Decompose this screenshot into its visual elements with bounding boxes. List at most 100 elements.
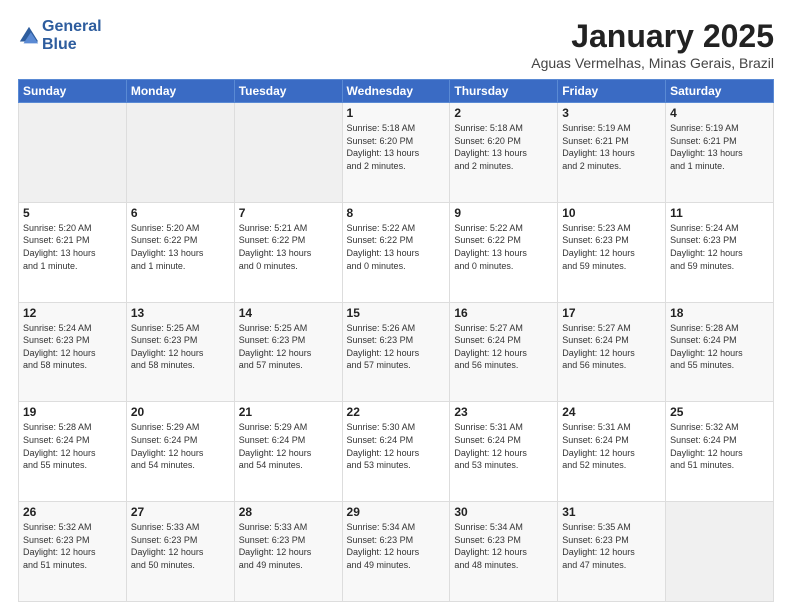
- day-number: 27: [131, 505, 230, 519]
- day-info: Sunrise: 5:19 AMSunset: 6:21 PMDaylight:…: [562, 122, 661, 172]
- week-row-2: 5 Sunrise: 5:20 AMSunset: 6:21 PMDaylight…: [19, 202, 774, 302]
- calendar-cell: 28 Sunrise: 5:33 AMSunset: 6:23 PMDayligh…: [234, 502, 342, 602]
- day-number: 19: [23, 405, 122, 419]
- day-info: Sunrise: 5:33 AMSunset: 6:23 PMDaylight:…: [239, 521, 338, 571]
- day-info: Sunrise: 5:30 AMSunset: 6:24 PMDaylight:…: [347, 421, 446, 471]
- calendar-cell: 24 Sunrise: 5:31 AMSunset: 6:24 PMDayligh…: [558, 402, 666, 502]
- calendar-cell: [126, 103, 234, 203]
- calendar-cell: 7Sunrise: 5:21 AMSunset: 6:22 PMDaylight…: [234, 202, 342, 302]
- col-header-wednesday: Wednesday: [342, 80, 450, 103]
- day-info: Sunrise: 5:20 AMSunset: 6:21 PMDaylight:…: [23, 222, 122, 272]
- calendar-cell: 10Sunrise: 5:23 AMSunset: 6:23 PMDayligh…: [558, 202, 666, 302]
- day-number: 16: [454, 306, 553, 320]
- week-row-5: 26 Sunrise: 5:32 AMSunset: 6:23 PMDayligh…: [19, 502, 774, 602]
- day-number: 25: [670, 405, 769, 419]
- calendar-cell: 16Sunrise: 5:27 AMSunset: 6:24 PMDayligh…: [450, 302, 558, 402]
- col-header-sunday: Sunday: [19, 80, 127, 103]
- day-number: 24: [562, 405, 661, 419]
- day-info: Sunrise: 5:29 AMSunset: 6:24 PMDaylight:…: [131, 421, 230, 471]
- calendar-cell: 31 Sunrise: 5:35 AMSunset: 6:23 PMDayligh…: [558, 502, 666, 602]
- day-info: Sunrise: 5:18 AMSunset: 6:20 PMDaylight:…: [454, 122, 553, 172]
- calendar-cell: [234, 103, 342, 203]
- day-info: Sunrise: 5:21 AMSunset: 6:22 PMDaylight:…: [239, 222, 338, 272]
- day-info: Sunrise: 5:27 AMSunset: 6:24 PMDaylight:…: [562, 322, 661, 372]
- title-block: January 2025 Aguas Vermelhas, Minas Gera…: [531, 18, 774, 71]
- day-number: 26: [23, 505, 122, 519]
- day-number: 18: [670, 306, 769, 320]
- day-info: Sunrise: 5:32 AMSunset: 6:24 PMDaylight:…: [670, 421, 769, 471]
- calendar-title: January 2025: [531, 18, 774, 55]
- calendar-cell: 5 Sunrise: 5:20 AMSunset: 6:21 PMDaylight…: [19, 202, 127, 302]
- calendar-cell: 29Sunrise: 5:34 AMSunset: 6:23 PMDayligh…: [342, 502, 450, 602]
- day-info: Sunrise: 5:20 AMSunset: 6:22 PMDaylight:…: [131, 222, 230, 272]
- day-info: Sunrise: 5:18 AMSunset: 6:20 PMDaylight:…: [347, 122, 446, 172]
- col-header-monday: Monday: [126, 80, 234, 103]
- calendar-cell: 13 Sunrise: 5:25 AMSunset: 6:23 PMDayligh…: [126, 302, 234, 402]
- calendar-cell: 18 Sunrise: 5:28 AMSunset: 6:24 PMDayligh…: [666, 302, 774, 402]
- day-info: Sunrise: 5:31 AMSunset: 6:24 PMDaylight:…: [454, 421, 553, 471]
- day-number: 30: [454, 505, 553, 519]
- calendar-cell: 11Sunrise: 5:24 AMSunset: 6:23 PMDayligh…: [666, 202, 774, 302]
- calendar-cell: 8Sunrise: 5:22 AMSunset: 6:22 PMDaylight…: [342, 202, 450, 302]
- day-info: Sunrise: 5:25 AMSunset: 6:23 PMDaylight:…: [131, 322, 230, 372]
- day-number: 22: [347, 405, 446, 419]
- day-info: Sunrise: 5:29 AMSunset: 6:24 PMDaylight:…: [239, 421, 338, 471]
- day-number: 4: [670, 106, 769, 120]
- col-header-tuesday: Tuesday: [234, 80, 342, 103]
- logo-icon: [18, 25, 40, 47]
- calendar-cell: 12 Sunrise: 5:24 AMSunset: 6:23 PMDayligh…: [19, 302, 127, 402]
- calendar-cell: 22 Sunrise: 5:30 AMSunset: 6:24 PMDayligh…: [342, 402, 450, 502]
- day-number: 28: [239, 505, 338, 519]
- calendar-cell: 27 Sunrise: 5:33 AMSunset: 6:23 PMDayligh…: [126, 502, 234, 602]
- calendar-cell: 9 Sunrise: 5:22 AMSunset: 6:22 PMDaylight…: [450, 202, 558, 302]
- calendar-cell: 2Sunrise: 5:18 AMSunset: 6:20 PMDaylight…: [450, 103, 558, 203]
- calendar-cell: 21 Sunrise: 5:29 AMSunset: 6:24 PMDayligh…: [234, 402, 342, 502]
- day-info: Sunrise: 5:25 AMSunset: 6:23 PMDaylight:…: [239, 322, 338, 372]
- day-number: 21: [239, 405, 338, 419]
- day-number: 12: [23, 306, 122, 320]
- calendar-cell: 6 Sunrise: 5:20 AMSunset: 6:22 PMDaylight…: [126, 202, 234, 302]
- day-number: 14: [239, 306, 338, 320]
- logo-general: General: [42, 18, 102, 36]
- day-number: 5: [23, 206, 122, 220]
- col-header-friday: Friday: [558, 80, 666, 103]
- calendar-cell: 25 Sunrise: 5:32 AMSunset: 6:24 PMDayligh…: [666, 402, 774, 502]
- calendar-cell: [19, 103, 127, 203]
- day-number: 8: [347, 206, 446, 220]
- day-info: Sunrise: 5:24 AMSunset: 6:23 PMDaylight:…: [23, 322, 122, 372]
- day-info: Sunrise: 5:28 AMSunset: 6:24 PMDaylight:…: [670, 322, 769, 372]
- header: General Blue January 2025 Aguas Vermelha…: [18, 18, 774, 71]
- calendar-subtitle: Aguas Vermelhas, Minas Gerais, Brazil: [531, 55, 774, 71]
- day-info: Sunrise: 5:34 AMSunset: 6:23 PMDaylight:…: [454, 521, 553, 571]
- calendar-cell: 1Sunrise: 5:18 AMSunset: 6:20 PMDaylight…: [342, 103, 450, 203]
- logo-blue: Blue: [42, 36, 102, 54]
- day-number: 13: [131, 306, 230, 320]
- day-info: Sunrise: 5:33 AMSunset: 6:23 PMDaylight:…: [131, 521, 230, 571]
- day-number: 17: [562, 306, 661, 320]
- week-row-1: 1Sunrise: 5:18 AMSunset: 6:20 PMDaylight…: [19, 103, 774, 203]
- calendar-cell: 26 Sunrise: 5:32 AMSunset: 6:23 PMDayligh…: [19, 502, 127, 602]
- day-number: 15: [347, 306, 446, 320]
- day-number: 20: [131, 405, 230, 419]
- calendar-cell: 23Sunrise: 5:31 AMSunset: 6:24 PMDayligh…: [450, 402, 558, 502]
- day-info: Sunrise: 5:35 AMSunset: 6:23 PMDaylight:…: [562, 521, 661, 571]
- day-info: Sunrise: 5:24 AMSunset: 6:23 PMDaylight:…: [670, 222, 769, 272]
- day-info: Sunrise: 5:32 AMSunset: 6:23 PMDaylight:…: [23, 521, 122, 571]
- logo: General Blue: [18, 18, 102, 53]
- day-info: Sunrise: 5:23 AMSunset: 6:23 PMDaylight:…: [562, 222, 661, 272]
- day-info: Sunrise: 5:19 AMSunset: 6:21 PMDaylight:…: [670, 122, 769, 172]
- calendar-cell: 3Sunrise: 5:19 AMSunset: 6:21 PMDaylight…: [558, 103, 666, 203]
- calendar-table: SundayMondayTuesdayWednesdayThursdayFrid…: [18, 79, 774, 602]
- calendar-cell: [666, 502, 774, 602]
- calendar-cell: 30 Sunrise: 5:34 AMSunset: 6:23 PMDayligh…: [450, 502, 558, 602]
- day-number: 9: [454, 206, 553, 220]
- day-info: Sunrise: 5:22 AMSunset: 6:22 PMDaylight:…: [454, 222, 553, 272]
- week-row-4: 19Sunrise: 5:28 AMSunset: 6:24 PMDayligh…: [19, 402, 774, 502]
- day-number: 6: [131, 206, 230, 220]
- day-info: Sunrise: 5:34 AMSunset: 6:23 PMDaylight:…: [347, 521, 446, 571]
- calendar-cell: 14 Sunrise: 5:25 AMSunset: 6:23 PMDayligh…: [234, 302, 342, 402]
- header-row: SundayMondayTuesdayWednesdayThursdayFrid…: [19, 80, 774, 103]
- col-header-saturday: Saturday: [666, 80, 774, 103]
- day-number: 31: [562, 505, 661, 519]
- day-info: Sunrise: 5:31 AMSunset: 6:24 PMDaylight:…: [562, 421, 661, 471]
